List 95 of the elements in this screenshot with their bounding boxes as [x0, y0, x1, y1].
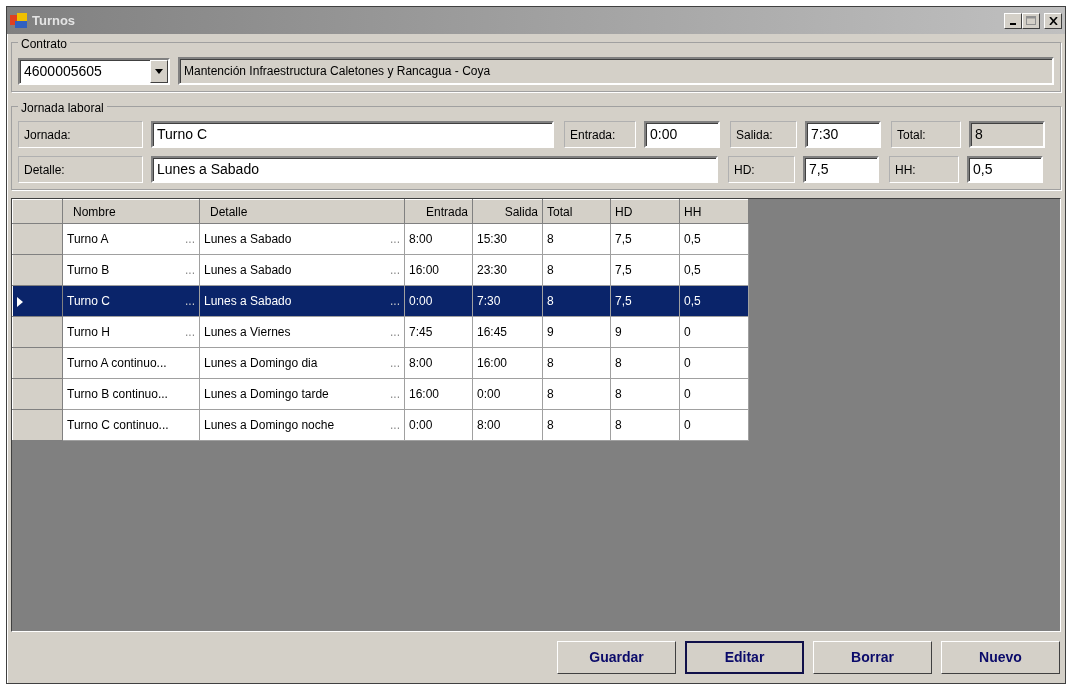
field-label: Entrada:: [564, 121, 636, 148]
table-cell: Turno C ...: [62, 285, 200, 317]
table-cell: 16:00: [472, 347, 543, 379]
ellipsis-button[interactable]: ...: [390, 230, 400, 248]
table-cell: Lunes a Domingo dia ...: [199, 347, 405, 379]
field-label: HH:: [889, 156, 959, 183]
close-button[interactable]: [1044, 12, 1062, 29]
column-header[interactable]: Detalle: [199, 199, 405, 224]
table-cell: 0:00: [404, 285, 473, 317]
ellipsis-button[interactable]: ...: [185, 230, 195, 248]
table-cell: 8: [610, 378, 680, 410]
text-field[interactable]: 0,5: [967, 156, 1043, 183]
table-cell: Lunes a Sabado ...: [199, 285, 405, 317]
table-cell: 0:00: [472, 378, 543, 410]
table-cell: 0: [679, 409, 749, 441]
text-field[interactable]: Lunes a Sabado: [151, 156, 718, 183]
minimize-icon: [1010, 22, 1016, 25]
table-cell: 9: [610, 316, 680, 348]
ellipsis-button[interactable]: ...: [390, 323, 400, 341]
text-field: 8: [969, 121, 1045, 148]
ellipsis-button[interactable]: ...: [185, 261, 195, 279]
text-field[interactable]: Turno C: [151, 121, 554, 148]
column-header[interactable]: Nombre: [62, 199, 200, 224]
table-cell: 0: [679, 347, 749, 379]
table-cell: Lunes a Domingo noche ...: [199, 409, 405, 441]
maximize-icon: [1026, 16, 1036, 25]
table-cell: 8: [542, 378, 611, 410]
ellipsis-button[interactable]: ...: [185, 292, 195, 310]
ellipsis-button[interactable]: ...: [390, 385, 400, 403]
table-cell: 0,5: [679, 254, 749, 286]
column-header[interactable]: HD: [610, 199, 680, 224]
ellipsis-button[interactable]: ...: [390, 354, 400, 372]
table-cell: 23:30: [472, 254, 543, 286]
text-field[interactable]: 7,5: [803, 156, 879, 183]
edit-button[interactable]: Editar: [685, 641, 804, 674]
table-cell: 9: [542, 316, 611, 348]
field-label: Jornada:: [18, 121, 143, 148]
table-cell: 0: [679, 316, 749, 348]
table-cell: Turno B ...: [62, 254, 200, 286]
table-cell: 8: [610, 409, 680, 441]
save-button[interactable]: Guardar: [557, 641, 676, 674]
window-title: Turnos: [32, 11, 76, 30]
table-cell: 0: [679, 378, 749, 410]
table-cell: 15:30: [472, 223, 543, 255]
table-cell: 8: [542, 347, 611, 379]
contract-dropdown[interactable]: 4600005605: [18, 57, 170, 85]
close-icon: [1048, 16, 1058, 25]
table-cell: Turno C continuo...: [62, 409, 200, 441]
table-cell: 16:00: [404, 378, 473, 410]
table-cell: Turno A ...: [62, 223, 200, 255]
table-cell: 8: [610, 347, 680, 379]
column-header[interactable]: Salida: [472, 199, 543, 224]
table-cell: 0,5: [679, 285, 749, 317]
text-field[interactable]: 7:30: [805, 121, 881, 148]
table-cell: Turno B continuo...: [62, 378, 200, 410]
table-cell: 16:45: [472, 316, 543, 348]
table-cell: Turno A continuo...: [62, 347, 200, 379]
table-cell: Lunes a Sabado ...: [199, 254, 405, 286]
table-cell: Lunes a Viernes ...: [199, 316, 405, 348]
table-cell: Lunes a Domingo tarde ...: [199, 378, 405, 410]
table-cell: 7:45: [404, 316, 473, 348]
table-cell: 7,5: [610, 223, 680, 255]
field-label: Detalle:: [18, 156, 143, 183]
text-field[interactable]: 0:00: [644, 121, 720, 148]
field-label: HD:: [728, 156, 795, 183]
table-cell: 8: [542, 285, 611, 317]
field-label: Salida:: [730, 121, 797, 148]
delete-button[interactable]: Borrar: [813, 641, 932, 674]
table-cell: 8: [542, 254, 611, 286]
app-icon: [10, 12, 28, 29]
table-cell: 16:00: [404, 254, 473, 286]
table-cell: 8:00: [404, 347, 473, 379]
ellipsis-button[interactable]: ...: [390, 261, 400, 279]
contract-description-field: Mantención Infraestructura Caletones y Rancagua - Coya: [178, 57, 1054, 85]
column-header[interactable]: Entrada: [404, 199, 473, 224]
table-cell: Lunes a Sabado ...: [199, 223, 405, 255]
table-cell: Turno H ...: [62, 316, 200, 348]
column-header[interactable]: Total: [542, 199, 611, 224]
new-button[interactable]: Nuevo: [941, 641, 1060, 674]
minimize-button[interactable]: [1004, 12, 1022, 29]
ellipsis-button[interactable]: ...: [390, 292, 400, 310]
ellipsis-button[interactable]: ...: [390, 416, 400, 434]
table-cell: 8:00: [404, 223, 473, 255]
table-cell: 7,5: [610, 254, 680, 286]
table-cell: 8:00: [472, 409, 543, 441]
table-cell: 8: [542, 409, 611, 441]
field-label: Total:: [891, 121, 961, 148]
table-cell: 7,5: [610, 285, 680, 317]
table-cell: 7:30: [472, 285, 543, 317]
table-cell: 8: [542, 223, 611, 255]
column-header[interactable]: HH: [679, 199, 749, 224]
maximize-button[interactable]: [1022, 12, 1040, 29]
table-cell: 0,5: [679, 223, 749, 255]
table-cell: 0:00: [404, 409, 473, 441]
ellipsis-button[interactable]: ...: [185, 323, 195, 341]
